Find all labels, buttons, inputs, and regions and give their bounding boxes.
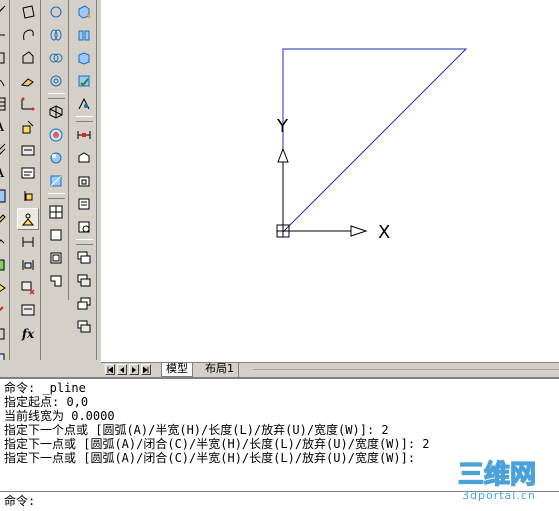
- box-icon[interactable]: [73, 1, 95, 23]
- drawing-canvas[interactable]: X Y: [101, 0, 559, 362]
- last-tab-icon: [143, 366, 149, 373]
- prev-tab-button[interactable]: [117, 364, 127, 375]
- modify-toolbar: fx: [15, 0, 41, 360]
- arrange-icon[interactable]: [73, 270, 95, 292]
- layer-state-icon[interactable]: [73, 216, 95, 238]
- watermark-logo: 三维网: [457, 458, 536, 490]
- ray-icon[interactable]: [0, 1, 9, 23]
- block-editor-icon[interactable]: [17, 231, 39, 253]
- history-line: 当前线宽为 0.0000: [4, 409, 115, 423]
- history-line: 指定下一个点或 [圆弧(A)/半宽(H)/长度(L)/放弃(U)/宽度(W)]:…: [4, 423, 389, 437]
- block-insert-icon[interactable]: [17, 277, 39, 299]
- table-icon[interactable]: [0, 93, 9, 115]
- color-icon[interactable]: [0, 254, 9, 276]
- edit-solid-icon[interactable]: [45, 147, 67, 169]
- revolve-icon[interactable]: [73, 70, 95, 92]
- command-prompt: 命令:: [4, 494, 36, 508]
- wedge-icon[interactable]: [73, 24, 95, 46]
- layer-icon[interactable]: [0, 277, 9, 299]
- arc-icon[interactable]: [0, 70, 9, 92]
- prev-tab-icon: [120, 366, 124, 373]
- history-line: 指定下一点或 [圆弧(A)/闭合(C)/半宽(H)/长度(L)/放弃(U)/宽度…: [4, 437, 430, 451]
- region-icon[interactable]: [17, 47, 39, 69]
- send-back-icon[interactable]: [73, 316, 95, 338]
- history-line: 命令: _pline: [4, 381, 86, 395]
- window-icon[interactable]: [45, 224, 67, 246]
- scale-icon[interactable]: [0, 323, 9, 345]
- erase-block-icon[interactable]: [17, 300, 39, 322]
- tile-icon[interactable]: [45, 270, 67, 292]
- union-icon[interactable]: [45, 47, 67, 69]
- hatch-edit-icon[interactable]: [0, 185, 9, 207]
- ucs-y-label: Y: [277, 116, 288, 137]
- revision-cloud-icon[interactable]: [17, 24, 39, 46]
- next-tab-button[interactable]: [129, 364, 139, 375]
- construction-line-icon[interactable]: [0, 24, 9, 46]
- slice-icon[interactable]: [45, 170, 67, 192]
- distance-icon[interactable]: [17, 93, 39, 115]
- tab-model[interactable]: 模型: [161, 363, 193, 377]
- view-icon[interactable]: [73, 193, 95, 215]
- draw-toolbar-partial: A A: [0, 0, 10, 360]
- dimension-icon[interactable]: [73, 124, 95, 146]
- cylinder-icon[interactable]: [45, 24, 67, 46]
- match-properties-icon[interactable]: [0, 231, 9, 253]
- first-tab-button[interactable]: [105, 364, 115, 375]
- lock-icon[interactable]: [17, 208, 39, 230]
- horizontal-scrollbar-track[interactable]: [253, 369, 559, 370]
- properties-icon[interactable]: [17, 254, 39, 276]
- text-window-icon[interactable]: [73, 170, 95, 192]
- table-style-icon[interactable]: [73, 147, 95, 169]
- 3d-orbit-icon[interactable]: [45, 101, 67, 123]
- insert-block-icon[interactable]: [0, 346, 9, 360]
- extrude-icon[interactable]: [73, 47, 95, 69]
- paint-icon[interactable]: [0, 300, 9, 322]
- history-line: 指定起点: 0,0: [4, 395, 89, 409]
- eraser-icon[interactable]: [17, 70, 39, 92]
- pencil-icon[interactable]: [0, 208, 9, 230]
- mtext-icon[interactable]: A: [0, 116, 9, 138]
- last-tab-button[interactable]: [141, 364, 151, 375]
- scale-window-icon[interactable]: [45, 247, 67, 269]
- watermark-brand: 三维网: [458, 459, 536, 490]
- dimension-edit-icon[interactable]: [17, 139, 39, 161]
- bring-front-icon[interactable]: [73, 293, 95, 315]
- quick-select-icon[interactable]: [17, 116, 39, 138]
- polygon-icon[interactable]: [0, 47, 9, 69]
- section-icon[interactable]: [73, 93, 95, 115]
- viewport-icon[interactable]: [45, 201, 67, 223]
- solids-toolbar: [43, 0, 69, 300]
- point-style-icon[interactable]: [17, 185, 39, 207]
- next-tab-icon: [132, 366, 136, 373]
- sphere-icon[interactable]: [45, 1, 67, 23]
- layout-tab-bar: 模型 布局1: [101, 362, 559, 377]
- drawing-svg: [276, 48, 468, 238]
- first-tab-icon: [107, 366, 113, 373]
- render-icon[interactable]: [45, 124, 67, 146]
- view-toolbar: [71, 0, 97, 360]
- subtract-icon[interactable]: [45, 70, 67, 92]
- watermark-site: 3dportal.cn: [462, 489, 536, 502]
- rectangle-icon[interactable]: [17, 1, 39, 23]
- polyline-entity[interactable]: [282, 48, 468, 233]
- mtext-icon-2[interactable]: A: [0, 162, 9, 184]
- site-watermark: 三维网 3dportal.cn: [452, 453, 559, 509]
- text-edit-icon[interactable]: [17, 162, 39, 184]
- ucs-x-label: X: [378, 222, 391, 243]
- command-input[interactable]: [48, 493, 428, 509]
- cascade-icon[interactable]: [73, 247, 95, 269]
- formula-icon[interactable]: fx: [17, 323, 39, 345]
- hatch-icon[interactable]: [0, 139, 9, 161]
- tab-layout1[interactable]: 布局1: [201, 363, 239, 377]
